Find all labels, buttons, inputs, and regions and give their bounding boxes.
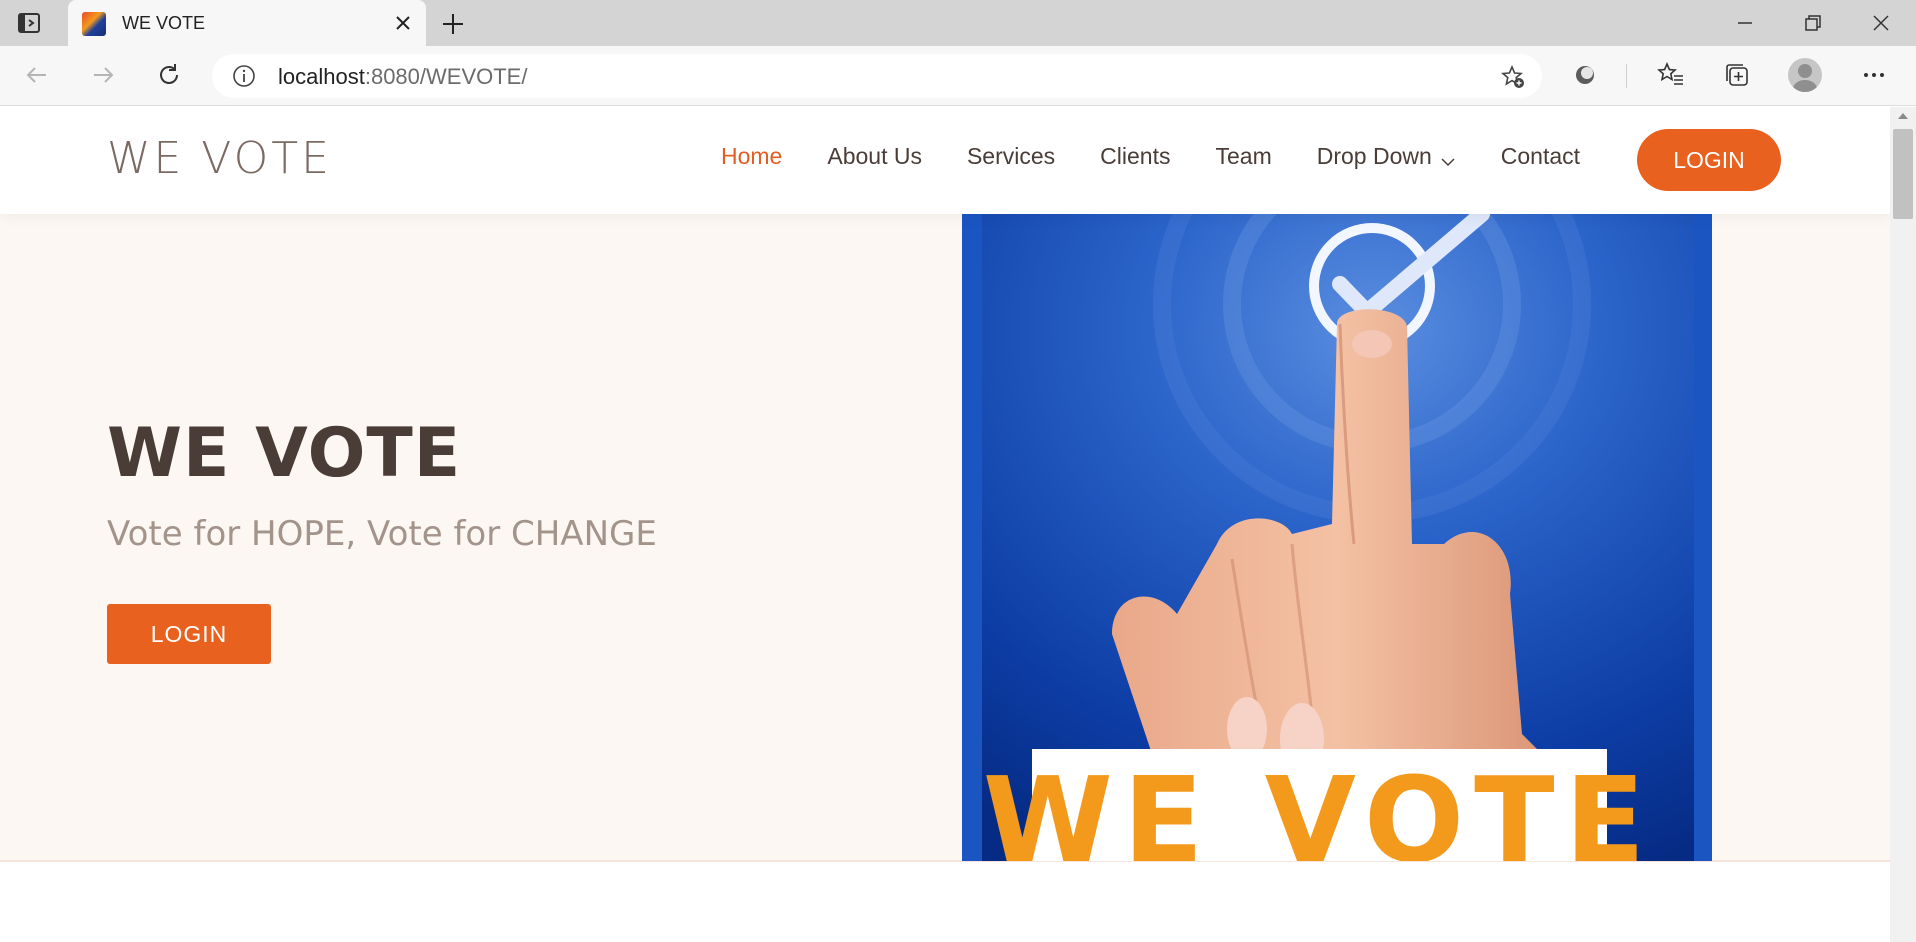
hero-vote-image: WE VOTE — [962, 214, 1712, 861]
plus-icon[interactable] — [440, 11, 466, 37]
site-favicon-icon — [82, 12, 106, 36]
nav-team[interactable]: Team — [1215, 143, 1271, 170]
page-scrollbar[interactable] — [1890, 107, 1916, 942]
page-viewport: WE VOTE Home About Us Services Clients T… — [0, 107, 1890, 942]
toolbar-divider — [1626, 64, 1627, 88]
nav-about-us[interactable]: About Us — [827, 143, 922, 170]
more-icon[interactable] — [1859, 60, 1889, 90]
restore-icon[interactable] — [1800, 10, 1826, 36]
nav-services[interactable]: Services — [967, 143, 1055, 170]
back-arrow-icon[interactable] — [22, 60, 52, 90]
nav-drop-down[interactable]: Drop Down — [1317, 143, 1456, 170]
nav-clients[interactable]: Clients — [1100, 143, 1170, 170]
hero-subtitle: Vote for HOPE, Vote for CHANGE — [107, 514, 657, 554]
hero-title: WE VOTE — [107, 414, 462, 493]
site-header: WE VOTE Home About Us Services Clients T… — [0, 107, 1890, 214]
star-add-icon[interactable] — [1500, 64, 1526, 90]
nav-drop-down-label: Drop Down — [1316, 143, 1432, 169]
url-host: localhost — [278, 64, 365, 89]
close-icon[interactable] — [392, 12, 414, 34]
collections-icon[interactable] — [1722, 60, 1752, 90]
image-banner-text: WE VOTE — [983, 751, 1656, 861]
browser-toolbar: localhost:8080/WEVOTE/ — [0, 46, 1916, 106]
browser-tab[interactable]: WE VOTE — [68, 0, 426, 47]
url-path: :8080/WEVOTE/ — [364, 64, 528, 89]
tab-title: WE VOTE — [122, 13, 206, 33]
scroll-up-arrow-icon[interactable] — [1898, 113, 1908, 119]
header-login-button[interactable]: LOGIN — [1637, 129, 1781, 191]
minimize-icon[interactable] — [1732, 10, 1758, 36]
url-text[interactable]: localhost:8080/WEVOTE/ — [278, 64, 527, 90]
address-bar[interactable]: localhost:8080/WEVOTE/ — [212, 54, 1542, 98]
info-icon[interactable] — [232, 64, 256, 88]
nav-contact[interactable]: Contact — [1501, 143, 1580, 170]
hero-section: WE VOTE Vote for HOPE, Vote for CHANGE L… — [0, 214, 1890, 862]
browser-tab-bar: WE VOTE — [0, 0, 1916, 47]
chevron-down-icon — [1440, 149, 1456, 166]
hero-login-button[interactable]: LOGIN — [107, 604, 271, 664]
avatar-icon[interactable] — [1788, 58, 1822, 92]
site-logo[interactable]: WE VOTE — [107, 133, 332, 184]
scroll-thumb[interactable] — [1893, 129, 1913, 219]
extension-icon[interactable] — [1570, 60, 1600, 90]
main-nav: Home About Us Services Clients Team Drop… — [721, 143, 1625, 170]
favorites-icon[interactable] — [1656, 60, 1686, 90]
close-window-icon[interactable] — [1868, 10, 1894, 36]
nav-home[interactable]: Home — [721, 143, 782, 170]
tab-actions-icon[interactable] — [16, 11, 42, 35]
forward-arrow-icon[interactable] — [88, 60, 118, 90]
refresh-icon[interactable] — [154, 60, 184, 90]
